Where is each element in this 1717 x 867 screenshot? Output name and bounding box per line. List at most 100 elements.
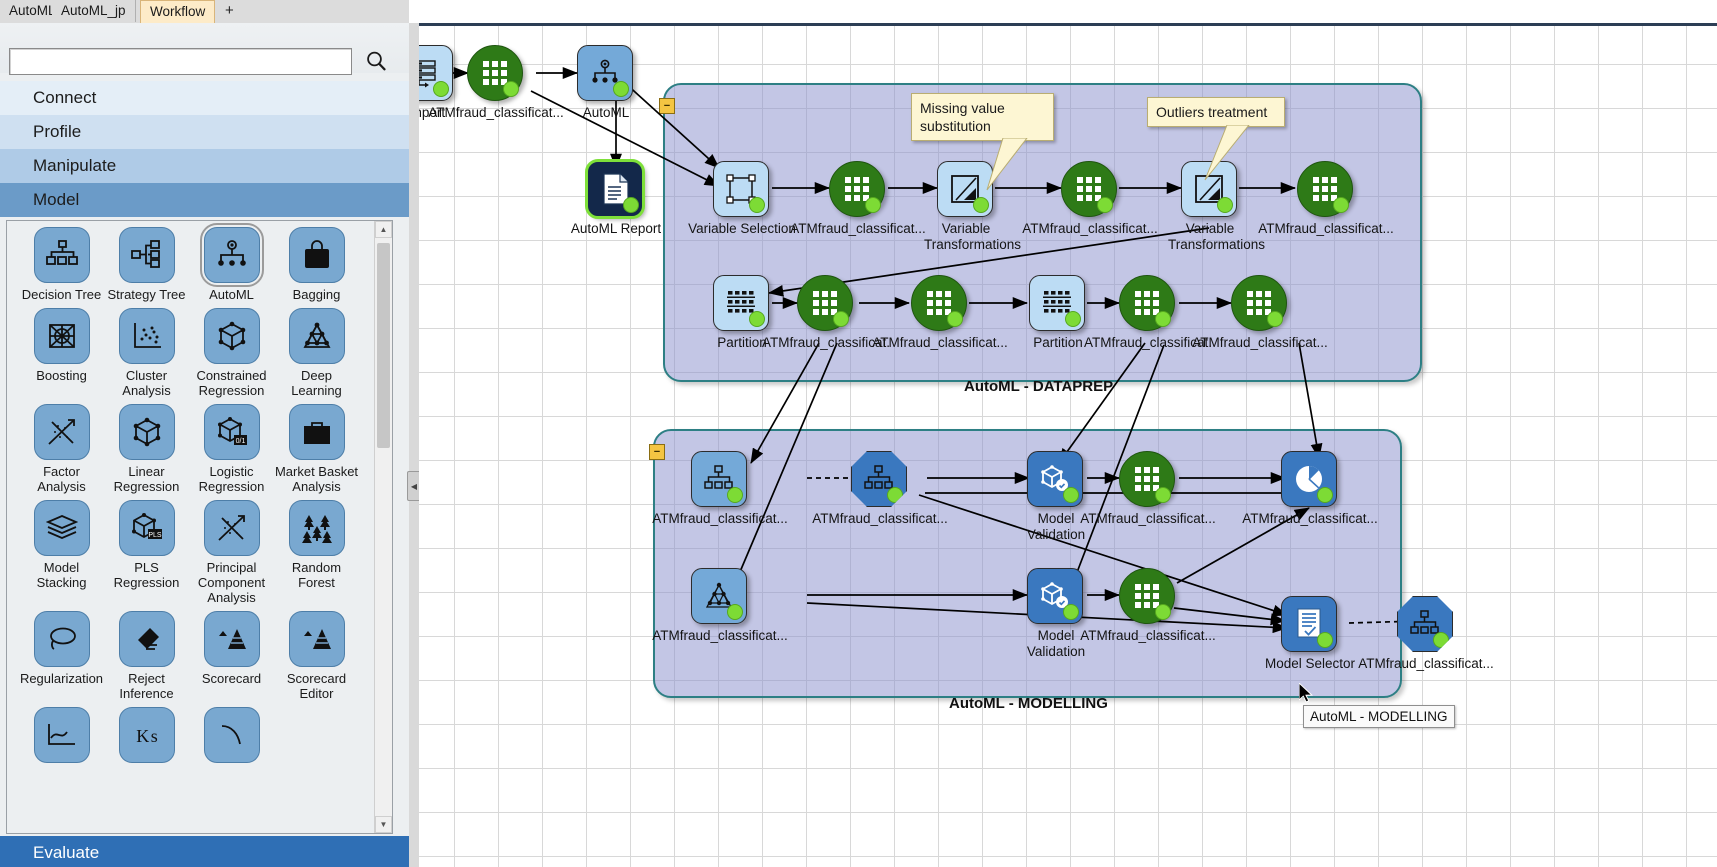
scroll-up-icon[interactable]: ▲ xyxy=(375,221,392,238)
palette-item-random-forest[interactable]: Random Forest xyxy=(274,500,359,605)
node-dtree1[interactable]: ATMfraud_classificat... xyxy=(652,451,788,526)
node-label: ATMfraud_classificat... xyxy=(1022,221,1158,236)
node-mselector[interactable]: Model Selector xyxy=(1265,596,1355,671)
sidebar-category-connect[interactable]: Connect xyxy=(0,81,409,115)
chart-line-icon xyxy=(33,707,90,763)
table-grid-icon xyxy=(1231,275,1287,331)
palette-scrollbar[interactable]: ▲ ▼ xyxy=(374,221,392,833)
node-atm7[interactable]: ATMfraud_classificat. xyxy=(1084,275,1212,350)
scorecard-editor-icon xyxy=(288,611,345,667)
status-dot xyxy=(1155,311,1171,327)
palette-item-regularization[interactable]: Regularization xyxy=(19,611,104,701)
palette-item-cluster-analysis[interactable]: Cluster Analysis xyxy=(104,308,189,398)
node-part1[interactable]: Partition xyxy=(713,275,771,350)
scorecard-icon xyxy=(203,611,260,667)
table-grid-icon xyxy=(911,275,967,331)
palette-item-curve-icon[interactable] xyxy=(189,707,274,767)
node-atm3[interactable]: ATMfraud_classificat... xyxy=(1022,161,1158,236)
palette-item-deep-learning[interactable]: Deep Learning xyxy=(274,308,359,398)
table-grid-icon xyxy=(1119,275,1175,331)
node-atm6[interactable]: ATMfraud_classificat... xyxy=(872,275,1008,350)
palette-item-bagging[interactable]: Bagging xyxy=(274,227,359,302)
node-mval2[interactable]: Model Validation xyxy=(1027,568,1085,659)
node-atm2[interactable]: ATMfraud_classificat... xyxy=(790,161,926,236)
palette-item-label: AutoML xyxy=(209,287,254,302)
briefcase-icon xyxy=(288,404,345,460)
add-tab-button[interactable]: + xyxy=(218,0,241,22)
sidebar-category-evaluate[interactable]: Evaluate xyxy=(0,836,409,867)
palette-item-scorecard-editor[interactable]: Scorecard Editor xyxy=(274,611,359,701)
node-pie[interactable]: ATMfraud_classificat... xyxy=(1242,451,1378,526)
node-mval1[interactable]: Model Validation xyxy=(1027,451,1085,542)
palette-item-label: Decision Tree xyxy=(21,287,102,302)
palette-item-reject-inference[interactable]: Reject Inference xyxy=(104,611,189,701)
node-dtreeOct[interactable]: ATMfraud_classificat... xyxy=(812,451,948,526)
status-dot xyxy=(1155,487,1171,503)
palette-item-factor-analysis[interactable]: Factor Analysis xyxy=(19,404,104,494)
dataprep-collapse-icon[interactable]: − xyxy=(659,98,675,114)
palette-item-automl[interactable]: AutoML xyxy=(189,223,274,302)
node-atm10[interactable]: ATMfraud_classificat... xyxy=(1080,568,1216,643)
palette-item-logistic-regression[interactable]: 0/1 Logistic Regression xyxy=(189,404,274,494)
sidebar-category-model[interactable]: Model xyxy=(0,183,409,217)
table-grid-icon xyxy=(1297,161,1353,217)
palette-item-label: Regularization xyxy=(19,671,104,686)
node-automl[interactable]: AutoML xyxy=(577,45,635,120)
workflow-canvas[interactable]: − − AutoML - DATAPREP AutoML - MODELLING… xyxy=(419,23,1717,867)
search-input-wrapper[interactable] xyxy=(9,48,352,75)
palette-item-pls-regression[interactable]: PLS PLS Regression xyxy=(104,500,189,605)
node-label: ATMfraud_classificat... xyxy=(1080,628,1216,643)
palette-item-principal-component-analysis[interactable]: Principal Component Analysis xyxy=(189,500,274,605)
palette-item-linear-regression[interactable]: Linear Regression xyxy=(104,404,189,494)
cube-icon xyxy=(118,404,175,460)
status-dot xyxy=(887,487,903,503)
palette-item-boosting[interactable]: Boosting xyxy=(19,308,104,398)
palette-item-ks-icon[interactable]: K s xyxy=(104,707,189,767)
palette-item-scorecard[interactable]: Scorecard xyxy=(189,611,274,701)
node-report[interactable]: AutoML Report xyxy=(571,159,661,236)
node-label: ATMfraud_classificat... xyxy=(428,105,564,120)
palette-item-label: Constrained Regression xyxy=(196,368,267,398)
palette-item-label: Linear Regression xyxy=(113,464,180,494)
status-dot xyxy=(1317,632,1333,648)
automl-icon xyxy=(577,45,633,101)
palette-item-label: Factor Analysis xyxy=(37,464,86,494)
search-icon[interactable] xyxy=(365,50,387,72)
node-nnet[interactable]: ATMfraud_classificat... xyxy=(652,568,788,643)
callout-missing-value: Missing value substitution xyxy=(911,93,1054,141)
palette-item-constrained-regression[interactable]: Constrained Regression xyxy=(189,308,274,398)
model-selector-icon xyxy=(1281,596,1337,652)
node-atm5[interactable]: ATMfraud_classificat. xyxy=(762,275,890,350)
palette-item-decision-tree[interactable]: Decision Tree xyxy=(19,227,104,302)
palette-item-market-basket-analysis[interactable]: Market Basket Analysis xyxy=(274,404,359,494)
palette-item-chart-line-icon[interactable] xyxy=(19,707,104,767)
node-label: ATMfraud_classificat... xyxy=(652,628,788,643)
modelling-collapse-icon[interactable]: − xyxy=(649,444,665,460)
node-atm4[interactable]: ATMfraud_classificat... xyxy=(1258,161,1394,236)
sidebar-category-profile[interactable]: Profile xyxy=(0,115,409,149)
ks-icon: K s xyxy=(118,707,175,763)
decision-tree-icon xyxy=(851,451,907,507)
palette-item-label: Deep Learning xyxy=(291,368,342,398)
application-window: AutoML AutoML_jp Workflow + Connect Prof… xyxy=(0,0,1717,867)
node-atm9[interactable]: ATMfraud_classificat... xyxy=(1080,451,1216,526)
tab-workflow[interactable]: Workflow xyxy=(140,0,216,23)
scroll-down-icon[interactable]: ▼ xyxy=(375,816,392,833)
canvas-top-border xyxy=(419,23,1717,26)
node-import[interactable]: Import xyxy=(419,45,455,120)
bag-icon xyxy=(288,227,345,283)
status-dot xyxy=(1267,311,1283,327)
node-varsel[interactable]: Variable Selection xyxy=(688,161,796,236)
search-input[interactable] xyxy=(10,49,351,74)
scrollbar-thumb[interactable] xyxy=(377,243,390,448)
node-atm8[interactable]: ATMfraud_classificat... xyxy=(1192,275,1328,350)
palette-item-model-stacking[interactable]: Model Stacking xyxy=(19,500,104,605)
tab-automl-jp[interactable]: AutoML_jp xyxy=(52,0,136,22)
node-dtreeOct2[interactable]: ATMfraud_classificat... xyxy=(1358,596,1494,671)
node-atm1[interactable]: ATMfraud_classificat... xyxy=(428,45,564,120)
arrows-icon xyxy=(33,404,90,460)
sidebar-category-manipulate[interactable]: Manipulate xyxy=(0,149,409,183)
modelling-caption: AutoML - MODELLING xyxy=(949,695,1108,712)
node-part2[interactable]: Partition xyxy=(1029,275,1087,350)
palette-item-strategy-tree[interactable]: Strategy Tree xyxy=(104,227,189,302)
